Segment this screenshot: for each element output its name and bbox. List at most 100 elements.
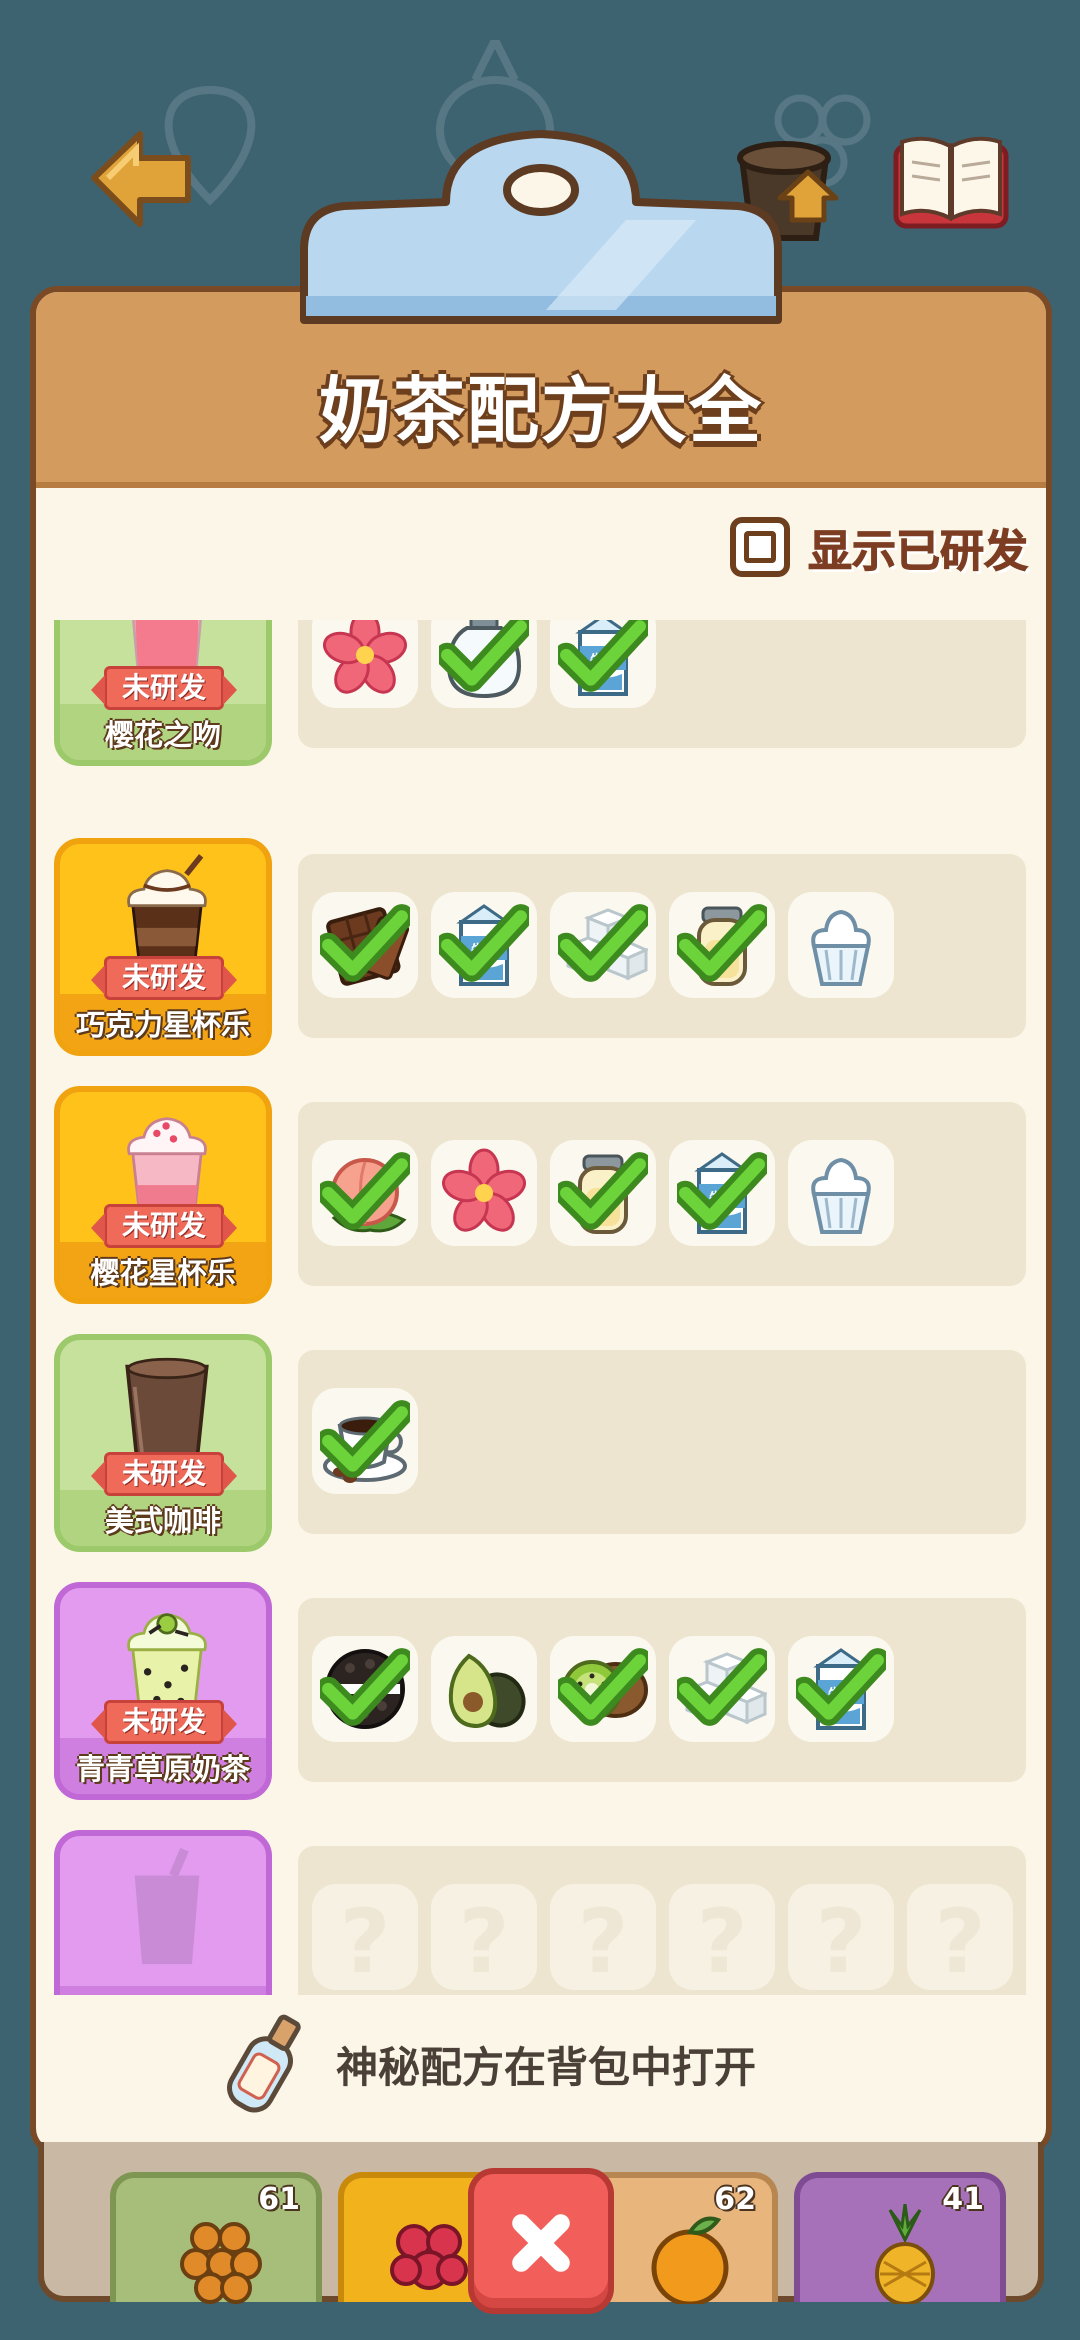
ingredient-strip: 牛奶 (298, 1598, 1026, 1782)
check-icon (677, 1152, 767, 1230)
ingredient-slot[interactable]: ? (788, 1884, 894, 1993)
recipe-row[interactable]: ?????? (50, 1830, 1030, 1995)
recipe-book-button[interactable] (892, 132, 1010, 232)
ingredient-slot[interactable]: ? (431, 1884, 537, 1993)
ingredient-slot[interactable] (312, 1636, 418, 1742)
tray-item-pineapple[interactable]: 41 (794, 2172, 1006, 2304)
recipe-card[interactable]: 未研发 美式咖啡 (54, 1334, 272, 1552)
recipe-card[interactable]: 未研发 樱花星杯乐 (54, 1086, 272, 1304)
check-icon (320, 1152, 410, 1230)
pineapple-icon (875, 2204, 935, 2304)
ingredient-slot[interactable]: ? (550, 1884, 656, 1993)
hint-text: 神秘配方在背包中打开 (336, 2043, 757, 2092)
ingredient-strip: ?????? (298, 1846, 1026, 1995)
recipe-name: 青青草原奶茶 (75, 1752, 250, 1786)
back-arrow-button[interactable] (88, 128, 196, 228)
ingredient-slot[interactable]: 牛奶 (669, 1140, 775, 1246)
sakura-flower-icon (322, 620, 408, 694)
recipe-row[interactable]: 未研发巧克力星杯乐 牛奶 (50, 838, 1030, 1058)
ingredient-slot[interactable] (669, 1636, 775, 1742)
tray-count: 41 (942, 2182, 984, 2217)
status-badge: 未研发 (91, 1204, 237, 1248)
tray-count: 62 (714, 2182, 756, 2217)
page-title: 奶茶配方大全 (318, 369, 763, 453)
locked-drink-icon (134, 1847, 200, 1965)
check-icon (439, 904, 529, 982)
clipboard-clip-icon (300, 130, 782, 324)
unknown-icon: ? (339, 1890, 391, 1993)
ingredient-slot[interactable]: 牛奶 (788, 1636, 894, 1742)
tray-item-sea-buckthorn[interactable]: 61 (110, 2172, 322, 2304)
ingredient-slot[interactable] (312, 1388, 418, 1494)
ingredient-slot[interactable]: 牛奶 (431, 892, 537, 998)
ingredient-slot[interactable] (312, 1140, 418, 1246)
show-developed-label: 显示已研发 (808, 526, 1029, 578)
ingredient-slot[interactable] (431, 1636, 537, 1742)
message-bottle-icon (227, 2014, 301, 2113)
check-icon (677, 904, 767, 982)
ingredient-slot[interactable] (550, 892, 656, 998)
recipe-name: 巧克力星杯乐 (75, 1008, 250, 1042)
whipped-cream-icon (811, 909, 871, 986)
check-icon (558, 620, 648, 692)
recipe-name: 樱花之吻 (104, 718, 221, 752)
ingredient-slot[interactable] (550, 1636, 656, 1742)
ingredient-slot[interactable]: ? (312, 1884, 418, 1993)
check-icon (558, 1152, 648, 1230)
ingredient-slot[interactable] (312, 892, 418, 998)
ingredient-slot[interactable] (669, 892, 775, 998)
check-icon (558, 904, 648, 982)
ingredient-slot[interactable] (550, 1140, 656, 1246)
recipe-row[interactable]: 未研发 美式咖啡 (50, 1334, 1030, 1554)
check-icon (320, 1648, 410, 1726)
ingredient-slot[interactable] (431, 1140, 537, 1246)
sea-buckthorn-icon (180, 2222, 262, 2304)
unknown-icon: ? (696, 1890, 748, 1993)
ingredient-slot[interactable]: ? (907, 1884, 1013, 1993)
tray-count: 61 (258, 2182, 300, 2217)
show-developed-toggle[interactable]: 显示已研发 (730, 512, 1029, 582)
recipe-row[interactable]: 未研发樱花之吻 牛奶 (50, 620, 1030, 768)
recipe-row[interactable]: 未研发樱花星杯乐 牛奶 (50, 1086, 1030, 1306)
recipe-card[interactable]: 未研发 樱花之吻 (54, 620, 272, 766)
recipe-list[interactable]: 未研发 樱花之吻 牛奶 未研发 巧克力星杯乐 牛奶 未研发 樱花星杯乐 牛奶 未研发 美式咖啡 未研发… (50, 620, 1030, 1995)
ingredient-strip: 牛奶 (298, 854, 1026, 1038)
mystery-recipe-hint: 神秘配方在背包中打开 (218, 2010, 918, 2120)
recipe-card[interactable]: 未研发 青青草原奶茶 (54, 1582, 272, 1800)
orange-icon (651, 2216, 729, 2304)
raspberry-icon (390, 2224, 468, 2290)
ingredient-slot[interactable]: ? (669, 1884, 775, 1993)
ingredient-slot[interactable] (431, 620, 537, 708)
recipe-name: 樱花星杯乐 (90, 1256, 236, 1290)
unknown-icon: ? (934, 1890, 986, 1993)
avocado-icon (448, 1653, 526, 1729)
ingredient-slot[interactable] (788, 892, 894, 998)
check-icon (320, 904, 410, 982)
show-developed-checkbox[interactable] (730, 517, 790, 577)
ingredient-slot[interactable] (312, 620, 418, 708)
unknown-icon: ? (458, 1890, 510, 1993)
recipe-card[interactable]: 未研发 巧克力星杯乐 (54, 838, 272, 1056)
check-icon (320, 1400, 410, 1478)
whipped-cream-icon (811, 1157, 871, 1234)
ingredient-slot[interactable] (788, 1140, 894, 1246)
close-button[interactable] (468, 2168, 614, 2314)
card-name-bar (60, 1986, 266, 1995)
check-icon (677, 1648, 767, 1726)
status-badge: 未研发 (91, 956, 237, 1000)
status-badge: 未研发 (91, 666, 237, 710)
status-badge: 未研发 (91, 1700, 237, 1744)
status-badge: 未研发 (91, 1452, 237, 1496)
ingredient-strip (298, 1350, 1026, 1534)
recipe-name: 美式咖啡 (104, 1504, 221, 1538)
check-icon (796, 1648, 886, 1726)
ingredient-slot[interactable]: 牛奶 (550, 620, 656, 708)
unknown-icon: ? (577, 1890, 629, 1993)
ingredient-strip: 牛奶 (298, 1102, 1026, 1286)
unknown-icon: ? (815, 1890, 867, 1993)
recipe-card[interactable] (54, 1830, 272, 1995)
sakura-flower-icon (441, 1148, 527, 1232)
check-icon (558, 1648, 648, 1726)
recipe-row[interactable]: 未研发青青草原奶茶 牛奶 (50, 1582, 1030, 1802)
check-icon (439, 620, 529, 692)
